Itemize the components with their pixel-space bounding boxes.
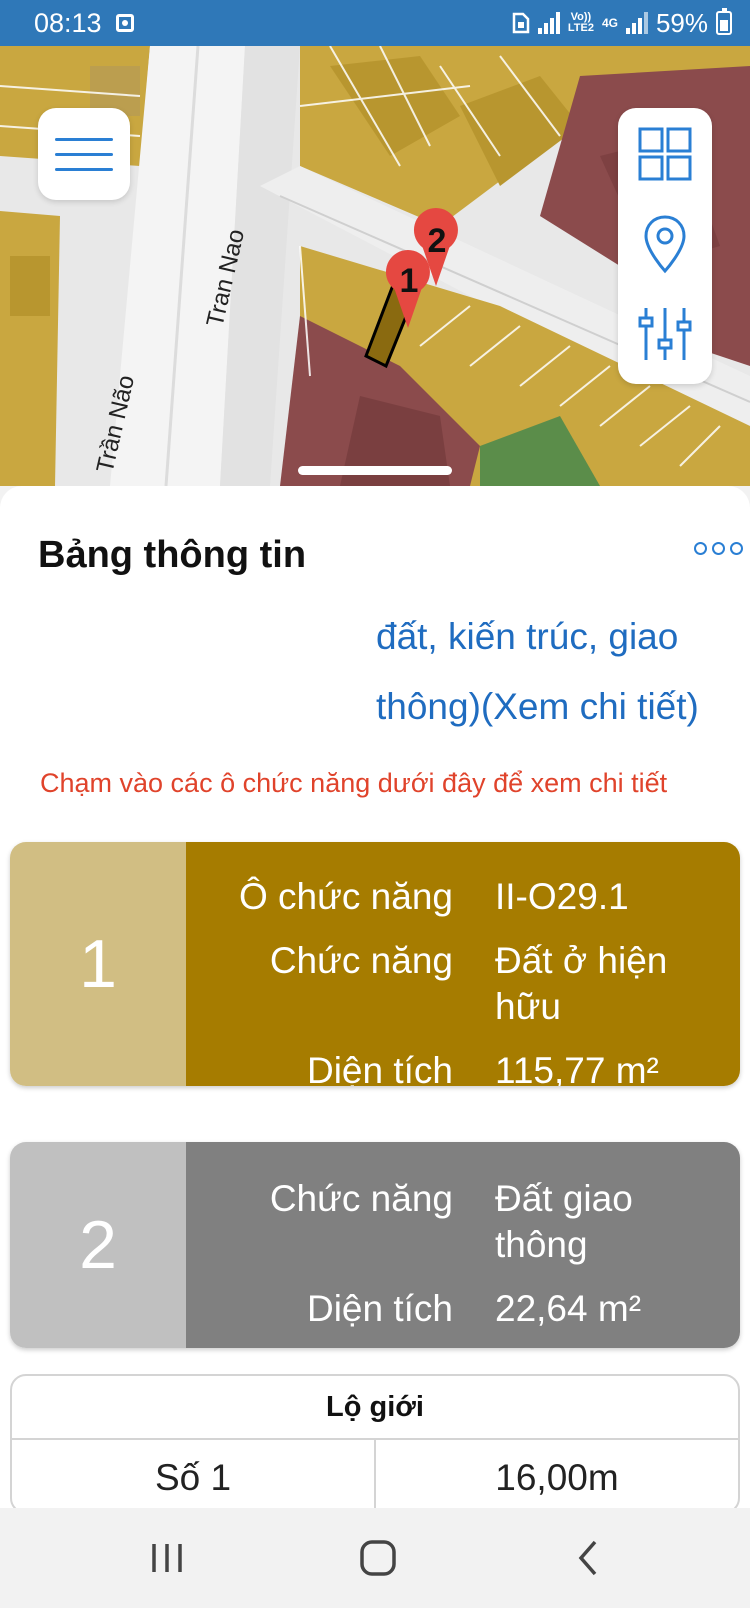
card-number: 2	[10, 1142, 186, 1348]
hamburger-line	[55, 152, 113, 156]
card-row: Diện tích 115,77 m²	[186, 1048, 740, 1086]
sliders-icon	[638, 308, 692, 360]
status-icons: Vo)) LTE2 4G 59%	[512, 8, 732, 39]
back-button[interactable]	[548, 1528, 628, 1588]
card-row: Ô chức năng II-O29.1	[186, 874, 740, 920]
card-row: Diện tích 22,64 m²	[186, 1286, 740, 1332]
lte-label: LTE2	[567, 22, 594, 34]
table-header: Lộ giới	[12, 1376, 738, 1440]
card-row: Chức năng Đất ở hiện hữu	[186, 938, 740, 1030]
grid-icon	[638, 127, 692, 181]
sim-icon	[512, 12, 530, 34]
recent-apps-icon	[152, 1544, 182, 1572]
card-row-label: Diện tích	[306, 1050, 453, 1086]
card-body: Ô chức năng II-O29.1 Chức năng Đất ở hiệ…	[186, 842, 740, 1086]
panel-drag-handle[interactable]	[298, 466, 452, 475]
card-row-value: Đất ở hiện hữu	[495, 940, 668, 1027]
card-row-value: 22,64 m²	[495, 1288, 642, 1329]
info-panel: Bảng thông tin đất, kiến trúc, giao thôn…	[0, 486, 750, 1508]
more-dot-icon	[712, 542, 725, 555]
more-dot-icon	[694, 542, 707, 555]
gallery-notification-icon	[115, 14, 134, 32]
card-row-value: 115,77 m²	[495, 1050, 659, 1086]
table-row[interactable]: Số 1 16,00m	[12, 1440, 738, 1508]
more-dot-icon	[730, 542, 743, 555]
hamburger-line	[55, 167, 113, 171]
function-card-1[interactable]: 1 Ô chức năng II-O29.1 Chức năng Đất ở h…	[10, 842, 740, 1086]
card-row: Chức năng Đất giao thông	[186, 1176, 740, 1268]
map-view[interactable]: 2 1 Tran Nao Trần Não	[0, 46, 750, 486]
table-cell-name: Số 1	[12, 1440, 376, 1508]
map-toolbar	[618, 108, 712, 384]
home-button[interactable]	[338, 1528, 418, 1588]
info-description-line-1: đất, kiến trúc, giao	[376, 616, 679, 657]
signal-2-icon	[625, 12, 648, 34]
function-card-2[interactable]: 2 Chức năng Đất giao thông Diện tích 22,…	[10, 1142, 740, 1348]
card-row-label: Diện tích	[306, 1288, 453, 1329]
status-bar: 08:13 Vo)) LTE2 4G 59%	[0, 0, 750, 46]
network-4g-label: 4G	[601, 15, 618, 30]
location-pin-icon	[644, 215, 686, 274]
marker-1-label: 1	[400, 262, 419, 300]
card-row-label: Chức năng	[269, 1178, 453, 1219]
hamburger-icon	[55, 137, 113, 141]
signal-1-icon	[537, 12, 560, 34]
card-row-label: Chức năng	[269, 940, 453, 981]
view-details-link[interactable]: thông)(Xem chi tiết)	[376, 686, 699, 728]
marker-2-label: 2	[428, 222, 447, 260]
layers-button[interactable]	[618, 114, 712, 194]
recent-apps-button[interactable]	[128, 1528, 208, 1588]
hint-text: Chạm vào các ô chức năng dưới đây để xem…	[40, 768, 668, 798]
back-chevron-icon	[578, 1540, 597, 1576]
menu-button[interactable]	[38, 108, 130, 200]
status-time: 08:13	[34, 7, 102, 38]
home-icon	[360, 1540, 396, 1576]
card-row-value: II-O29.1	[495, 876, 629, 917]
card-row-label: Ô chức năng	[239, 876, 453, 917]
card-row-value: Đất giao thông	[495, 1178, 633, 1265]
more-options-button[interactable]	[694, 542, 743, 555]
network-label: Vo)) LTE2	[568, 12, 594, 34]
location-button[interactable]	[618, 204, 712, 284]
battery-percent: 59%	[655, 7, 708, 38]
filter-button[interactable]	[618, 294, 712, 374]
battery-icon	[716, 8, 732, 35]
card-body: Chức năng Đất giao thông Diện tích 22,64…	[186, 1142, 740, 1348]
card-number: 1	[10, 842, 186, 1086]
road-boundary-table: Lộ giới Số 1 16,00m	[10, 1374, 740, 1508]
system-nav-bar	[0, 1508, 750, 1608]
panel-title: Bảng thông tin	[38, 534, 307, 576]
table-cell-value: 16,00m	[495, 1457, 619, 1498]
